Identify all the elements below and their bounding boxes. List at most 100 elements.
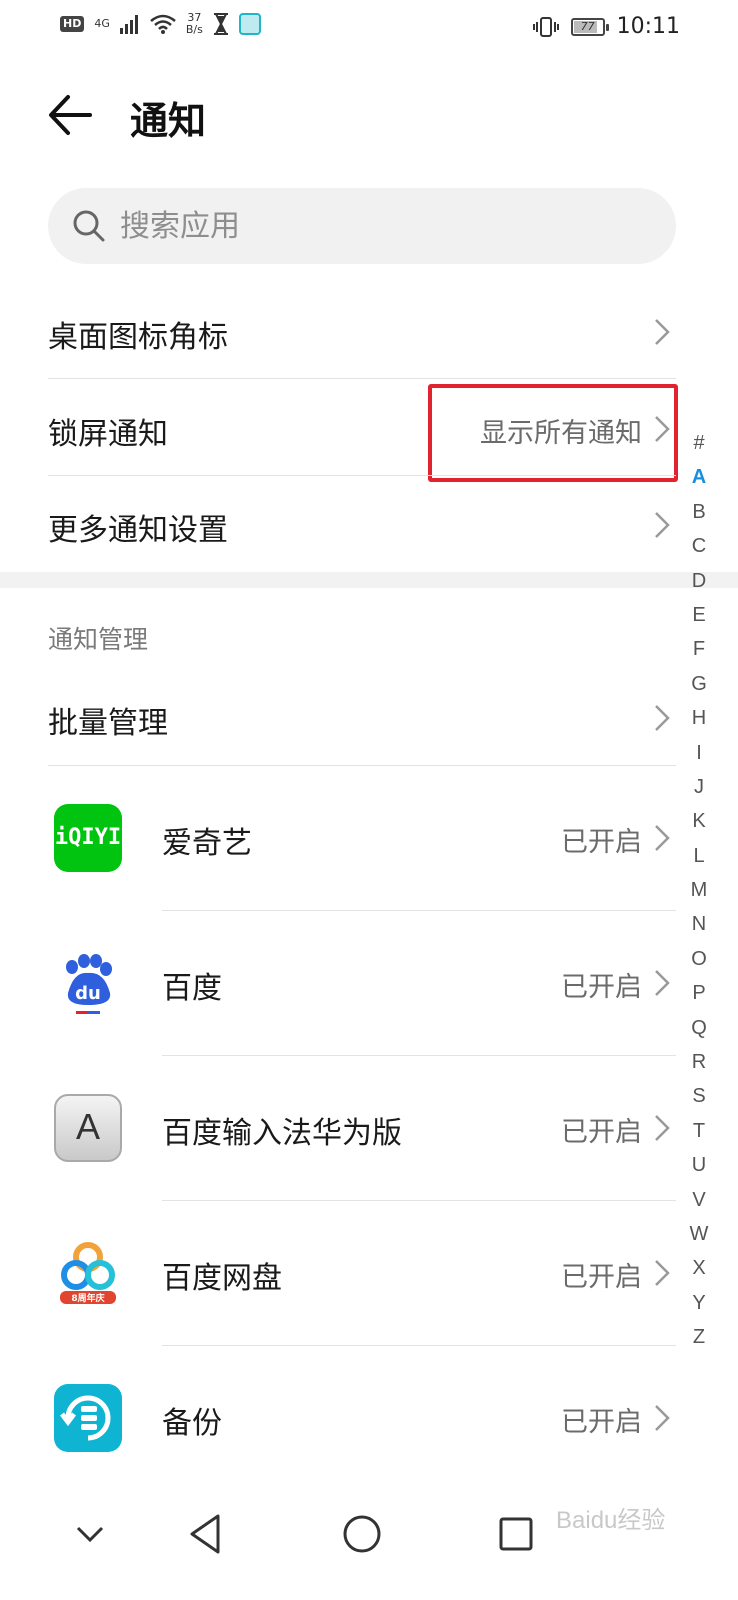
row-batch-manage[interactable]: 批量管理 bbox=[48, 670, 676, 766]
divider bbox=[48, 378, 676, 379]
app-row-baidu-pan[interactable]: 8周年庆 百度网盘 已开启 bbox=[48, 1201, 676, 1346]
chevron-right-icon bbox=[655, 1405, 670, 1431]
alphabet-index-letter[interactable]: U bbox=[684, 1148, 714, 1182]
alphabet-index-letter[interactable]: S bbox=[684, 1079, 714, 1113]
chevron-right-icon bbox=[655, 705, 670, 731]
row-label: 更多通知设置 bbox=[48, 513, 228, 548]
app-status: 已开启 bbox=[561, 972, 642, 1003]
nav-collapse-button[interactable] bbox=[62, 1506, 118, 1562]
app-status: 已开启 bbox=[561, 1262, 642, 1293]
alphabet-index-letter[interactable]: P bbox=[684, 976, 714, 1010]
nav-recents-button[interactable] bbox=[488, 1506, 544, 1562]
alphabet-index-letter[interactable]: V bbox=[684, 1183, 714, 1217]
alphabet-index-letter[interactable]: L bbox=[684, 839, 714, 873]
alphabet-index-letter[interactable]: M bbox=[684, 873, 714, 907]
backup-icon bbox=[54, 1384, 122, 1452]
app-name: 百度输入法华为版 bbox=[162, 1116, 402, 1151]
chevron-right-icon bbox=[655, 319, 670, 345]
page-title: 通知 bbox=[130, 99, 207, 143]
network-label: 4G bbox=[94, 17, 110, 30]
chevron-right-icon bbox=[655, 970, 670, 996]
app-name: 备份 bbox=[162, 1406, 222, 1441]
alphabet-index-letter[interactable]: I bbox=[684, 736, 714, 770]
section-title: 通知管理 bbox=[48, 625, 149, 654]
alphabet-index-letter[interactable]: X bbox=[684, 1251, 714, 1285]
clock: 10:11 bbox=[616, 14, 680, 39]
app-status: 已开启 bbox=[561, 827, 642, 858]
row-more-notification-settings[interactable]: 更多通知设置 bbox=[48, 477, 676, 573]
baidu-input-icon: A bbox=[54, 1094, 122, 1162]
nav-back-button[interactable] bbox=[178, 1506, 234, 1562]
vibrate-icon bbox=[532, 16, 559, 37]
wifi-icon bbox=[150, 14, 176, 34]
app-status: 已开启 bbox=[561, 1117, 642, 1148]
battery-icon: 77 bbox=[570, 17, 609, 36]
alphabet-index-letter[interactable]: Z bbox=[684, 1320, 714, 1354]
app-row-iqiyi[interactable]: iQIYI 爱奇艺 已开启 bbox=[48, 766, 676, 911]
alphabet-index-letter[interactable]: R bbox=[684, 1045, 714, 1079]
chevron-down-icon bbox=[76, 1526, 104, 1543]
header: 通知 bbox=[0, 70, 738, 160]
app-row-baidu[interactable]: du 百度 已开启 bbox=[48, 911, 676, 1056]
app-row-baidu-input[interactable]: A 百度输入法华为版 已开启 bbox=[48, 1056, 676, 1201]
alphabet-index-letter[interactable]: C bbox=[684, 529, 714, 563]
back-arrow-icon bbox=[49, 95, 92, 135]
hourglass-icon bbox=[213, 13, 228, 35]
alphabet-index-letter[interactable]: J bbox=[684, 770, 714, 804]
alphabet-index-letter[interactable]: O bbox=[684, 942, 714, 976]
alphabet-index-letter[interactable]: Y bbox=[684, 1286, 714, 1320]
alphabet-index[interactable]: # A B C D E F G H I J K L M N O P Q R S T U V W X Y Z bbox=[684, 426, 714, 1355]
screen-recorder-icon bbox=[238, 13, 261, 35]
baidu-pan-icon-text: 8周年庆 bbox=[71, 1292, 104, 1304]
alphabet-index-letter[interactable]: H bbox=[684, 701, 714, 735]
alphabet-index-letter[interactable]: G bbox=[684, 667, 714, 701]
net-speed-unit: B/s bbox=[185, 23, 203, 36]
baidu-pan-icon: 8周年庆 bbox=[54, 1239, 122, 1307]
row-label: 锁屏通知 bbox=[48, 417, 168, 452]
app-status: 已开启 bbox=[561, 1407, 642, 1438]
alphabet-index-letter[interactable]: D bbox=[684, 564, 714, 598]
baidu-icon: du bbox=[54, 949, 122, 1017]
square-recents-icon bbox=[499, 1517, 533, 1551]
alphabet-index-letter[interactable]: A bbox=[684, 460, 714, 494]
triangle-back-icon bbox=[190, 1514, 220, 1554]
alphabet-index-letter[interactable]: T bbox=[684, 1114, 714, 1148]
hd-badge: HD bbox=[60, 16, 85, 32]
iqiyi-icon: iQIYI bbox=[54, 804, 122, 872]
search-bar[interactable] bbox=[48, 188, 676, 264]
chevron-right-icon bbox=[655, 1260, 670, 1286]
chevron-right-icon bbox=[655, 512, 670, 538]
net-speed: 37 B/s bbox=[186, 12, 203, 36]
alphabet-index-letter[interactable]: N bbox=[684, 907, 714, 941]
circle-home-icon bbox=[343, 1515, 381, 1553]
app-name: 百度 bbox=[162, 971, 222, 1006]
battery-level: 77 bbox=[580, 19, 595, 33]
alphabet-index-letter[interactable]: # bbox=[684, 426, 714, 460]
chevron-right-icon bbox=[655, 825, 670, 851]
alphabet-index-letter[interactable]: B bbox=[684, 495, 714, 529]
status-left: HD 4G 37 B/s bbox=[60, 12, 261, 36]
section-separator bbox=[0, 572, 738, 588]
highlight-annotation-box bbox=[428, 384, 678, 482]
alphabet-index-letter[interactable]: Q bbox=[684, 1011, 714, 1045]
watermark: Baidu经验 bbox=[556, 1507, 666, 1534]
signal-icon bbox=[119, 15, 138, 34]
network-type: 4G bbox=[94, 18, 110, 30]
row-label: 桌面图标角标 bbox=[48, 320, 228, 355]
alphabet-index-letter[interactable]: F bbox=[684, 632, 714, 666]
app-name: 爱奇艺 bbox=[162, 826, 252, 861]
row-desktop-badge[interactable]: 桌面图标角标 bbox=[48, 284, 676, 380]
back-button[interactable] bbox=[46, 92, 96, 138]
alphabet-index-letter[interactable]: W bbox=[684, 1217, 714, 1251]
chevron-right-icon bbox=[655, 1115, 670, 1141]
row-label: 批量管理 bbox=[48, 706, 168, 741]
alphabet-index-letter[interactable]: K bbox=[684, 804, 714, 838]
search-input[interactable] bbox=[120, 188, 640, 264]
alphabet-index-letter[interactable]: E bbox=[684, 598, 714, 632]
app-row-backup[interactable]: 备份 已开启 bbox=[48, 1346, 676, 1491]
nav-home-button[interactable] bbox=[334, 1506, 390, 1562]
divider bbox=[48, 475, 676, 476]
status-bar: HD 4G 37 B/s 77 10:11 bbox=[0, 0, 738, 58]
search-icon bbox=[73, 210, 105, 242]
status-right: 77 10:11 bbox=[532, 14, 680, 39]
